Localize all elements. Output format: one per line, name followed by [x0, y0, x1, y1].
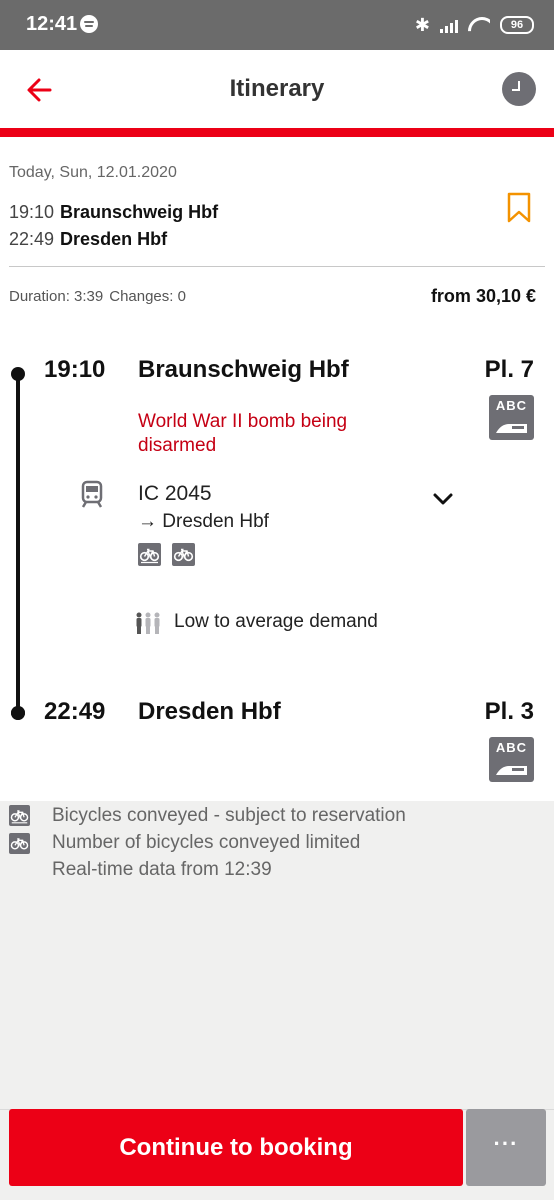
- demand-icon: [136, 612, 160, 634]
- direction-arrow-icon: →: [138, 511, 157, 532]
- spotify-icon: [80, 15, 98, 33]
- stop-platform: Pl. 3: [484, 698, 534, 725]
- price: from 30,10 €: [430, 286, 536, 306]
- bicycle-icon: [9, 833, 30, 854]
- status-time: 12:41: [26, 13, 78, 35]
- note-text: Bicycles conveyed - subject to reservati…: [52, 805, 406, 826]
- coach-sequence-label: ABC: [495, 740, 528, 755]
- more-options-button[interactable]: ···: [466, 1109, 546, 1186]
- disruption-message: World War II bomb being disarmed: [138, 411, 348, 456]
- page-title: Itinerary: [229, 75, 325, 102]
- departure-station: Braunschweig Hbf: [60, 202, 219, 222]
- arrival-station: Dresden Hbf: [60, 229, 168, 249]
- stop-station: Braunschweig Hbf: [138, 356, 349, 383]
- coach-sequence-icon[interactable]: ABC: [489, 395, 534, 440]
- train-front-icon: [496, 766, 527, 775]
- bicycle-icon: [138, 543, 161, 566]
- train-number[interactable]: IC 2045: [138, 482, 212, 506]
- demand-label: Low to average demand: [174, 611, 378, 632]
- timeline-dot: [11, 367, 25, 381]
- continue-to-booking-button[interactable]: Continue to booking: [9, 1109, 463, 1186]
- wifi-icon: [468, 17, 490, 33]
- stop-station: Dresden Hbf: [138, 698, 281, 725]
- bicycle-icon: [172, 543, 195, 566]
- train-icon: [81, 480, 103, 508]
- trip-summary: Duration: 3:39 Changes: 0: [9, 288, 186, 305]
- accent-stripe: [0, 128, 554, 137]
- bookmark-button[interactable]: [506, 192, 532, 224]
- train-front-icon: [496, 424, 527, 433]
- arrival-time: 22:49: [9, 229, 55, 249]
- status-bar: 12:41 ✱ 96: [0, 0, 554, 50]
- duration: Duration: 3:39: [9, 288, 104, 305]
- stop-platform: Pl. 7: [484, 356, 534, 383]
- coach-sequence-label: ABC: [495, 398, 528, 413]
- signal-icon: [440, 17, 458, 33]
- departure-time: 19:10: [9, 202, 55, 222]
- divider: [9, 266, 545, 267]
- trip-arrival: 22:49 Dresden Hbf: [9, 229, 167, 250]
- bookmark-icon: [507, 192, 531, 223]
- chevron-down-icon[interactable]: [432, 488, 454, 510]
- note-text: Real-time data from 12:39: [52, 859, 272, 880]
- direction-station: Dresden Hbf: [162, 511, 269, 532]
- coach-sequence-icon[interactable]: ABC: [489, 737, 534, 782]
- stop-time: 19:10: [44, 356, 106, 383]
- clock-icon[interactable]: [502, 72, 536, 106]
- status-icons: ✱ 96: [415, 12, 534, 38]
- bicycle-icon: [9, 805, 30, 826]
- train-direction: → Dresden Hbf: [138, 511, 269, 533]
- timeline-line: [16, 372, 20, 714]
- trip-departure: 19:10 Braunschweig Hbf: [9, 202, 218, 223]
- changes: Changes: 0: [109, 288, 186, 305]
- bluetooth-icon: ✱: [414, 14, 430, 35]
- note-text: Number of bicycles conveyed limited: [52, 832, 361, 853]
- trip-date: Today, Sun, 12.01.2020: [9, 164, 177, 181]
- app-bar: Itinerary: [0, 50, 554, 128]
- stop-time: 22:49: [44, 698, 106, 725]
- battery-icon: 96: [500, 16, 534, 34]
- timeline-dot: [11, 706, 25, 720]
